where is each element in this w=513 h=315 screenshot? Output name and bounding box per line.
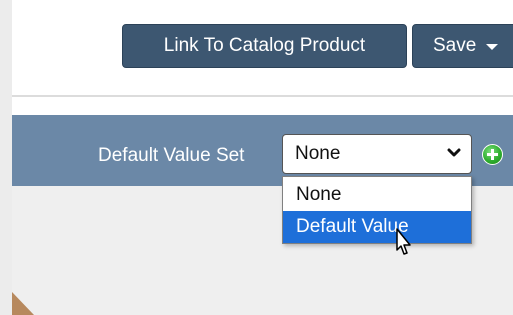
dropdown-option-none[interactable]: None: [283, 179, 471, 211]
select-value: None: [295, 143, 341, 164]
add-circle-icon[interactable]: [482, 144, 503, 165]
chevron-down-icon: [447, 148, 461, 157]
save-label: Save: [433, 35, 477, 56]
caret-down-icon: [486, 44, 499, 50]
pointer-cursor-icon: [396, 228, 411, 255]
default-value-set-label: Default Value Set: [98, 145, 245, 166]
link-to-catalog-product-button[interactable]: Link To Catalog Product: [122, 24, 407, 68]
left-panel-edge: [0, 0, 12, 315]
decorative-shape: [12, 292, 34, 315]
default-value-set-select[interactable]: None: [282, 134, 472, 174]
link-to-catalog-product-label: Link To Catalog Product: [163, 35, 366, 56]
dropdown-option-default-value[interactable]: Default Value: [283, 211, 471, 243]
default-value-set-dropdown: None Default Value: [282, 176, 472, 244]
toolbar-divider: [12, 95, 513, 97]
save-button[interactable]: Save: [412, 24, 513, 68]
